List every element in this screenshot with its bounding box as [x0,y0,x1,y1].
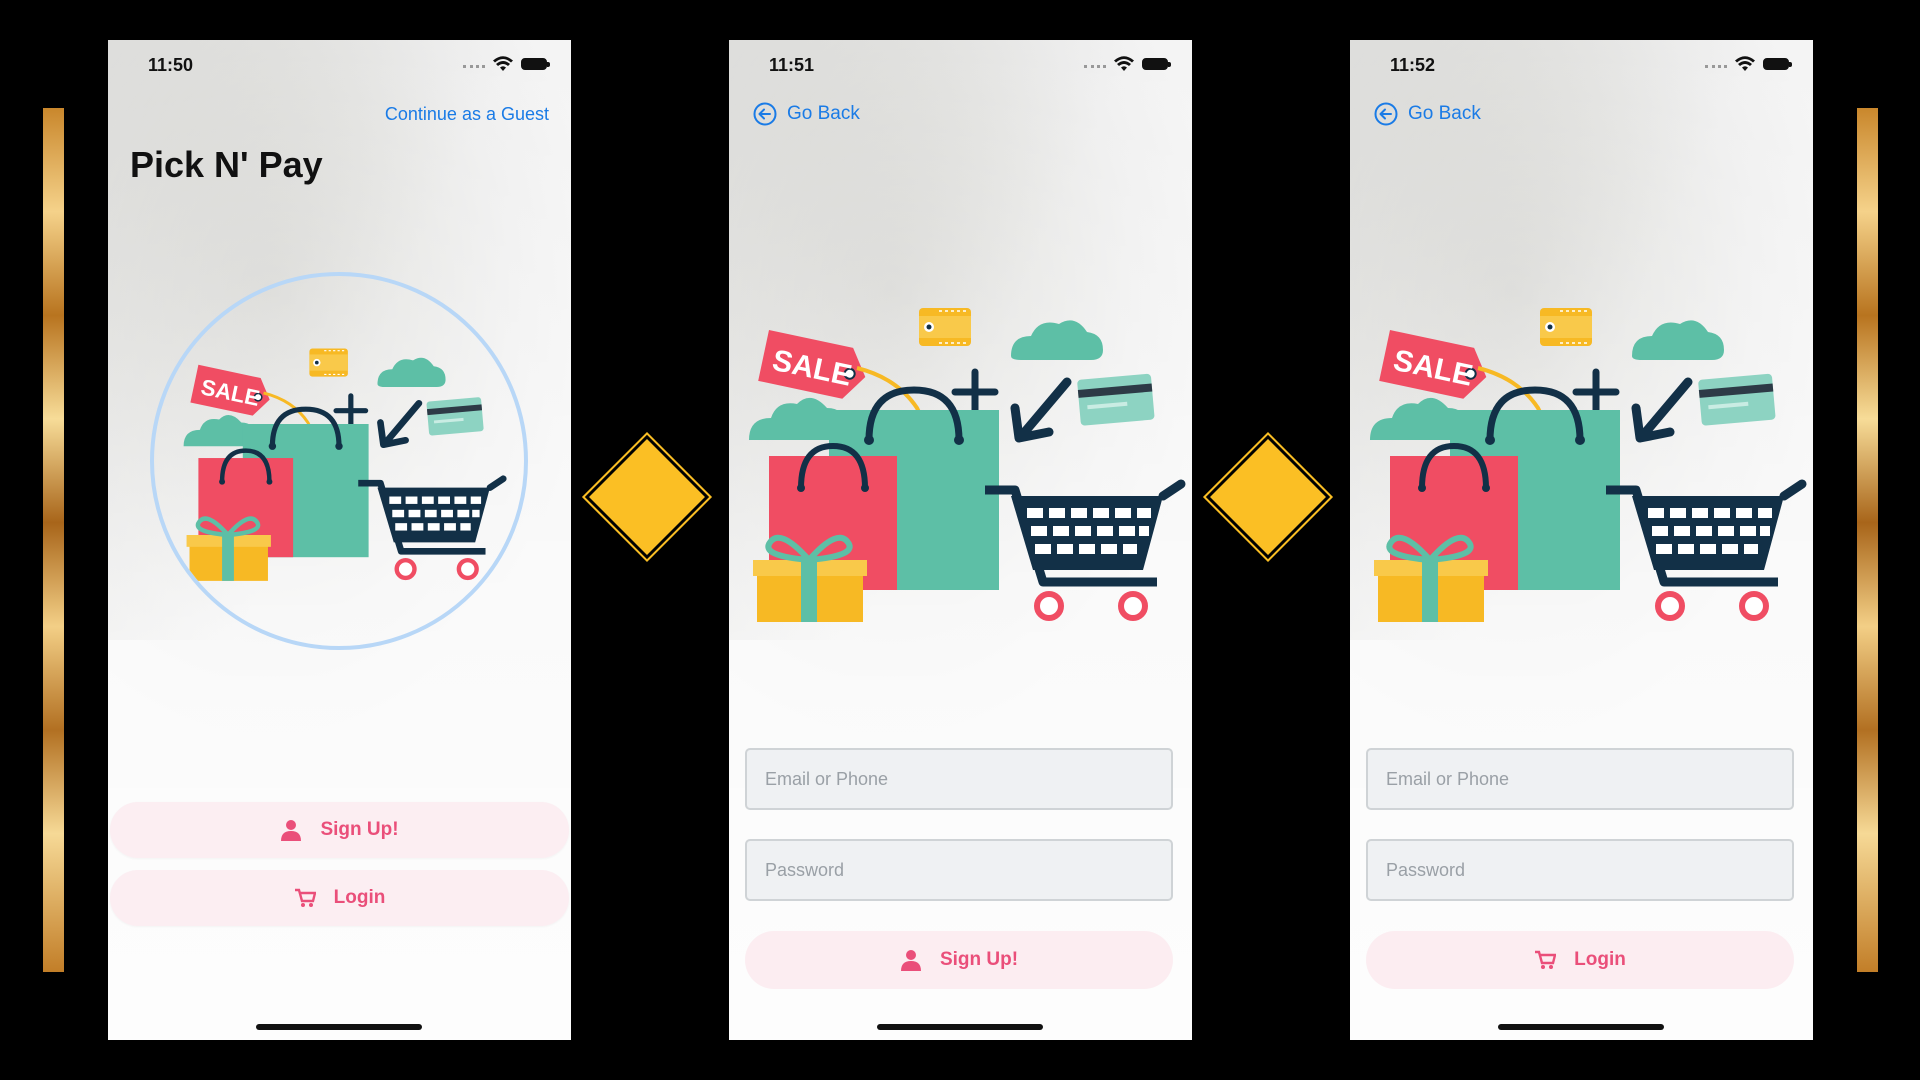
email-field[interactable]: Email or Phone [745,748,1173,810]
login-label: Login [1574,949,1626,970]
go-back-button[interactable]: Go Back [1374,102,1481,126]
cart-icon [1535,950,1557,969]
shopping-illustration-art [1350,250,1813,670]
go-back-label: Go Back [1408,103,1481,124]
wifi-icon [1114,56,1134,71]
password-field[interactable]: Password [1366,839,1794,901]
shopping-illustration [729,250,1192,670]
signal-icon [463,64,485,72]
shopping-illustration-art [154,276,524,646]
go-back-button[interactable]: Go Back [753,102,860,126]
signal-icon [1084,64,1106,72]
login-button[interactable]: Login [110,870,569,926]
status-time: 11:52 [1390,55,1436,75]
sign-up-label: Sign Up! [939,949,1019,970]
status-bar-icons [1084,56,1171,72]
sign-up-submit-button[interactable]: Sign Up! [745,931,1173,989]
wifi-icon [1735,56,1755,71]
status-time: 11:51 [769,55,815,75]
shopping-illustration [1350,250,1813,670]
cart-icon [294,888,316,907]
sign-up-button[interactable]: Sign Up! [110,802,569,858]
continue-as-guest-link[interactable]: Continue as a Guest [385,104,549,125]
wifi-icon [493,56,513,71]
signal-icon [1705,64,1727,72]
login-label: Login [333,887,386,908]
transition-diamond-2 [1202,431,1334,563]
login-submit-button[interactable]: Login [1366,931,1794,989]
shopping-illustration [150,272,528,650]
back-arrow-icon [1374,102,1398,126]
phone-screen-welcome: 11:50 Continue as a Guest Pick N' Pay Si… [108,40,571,1040]
person-icon [281,820,302,841]
person-icon [900,950,921,971]
status-bar-icons [1705,56,1792,72]
sign-up-label: Sign Up! [320,819,399,840]
home-indicator[interactable] [256,1024,422,1030]
status-time: 11:50 [148,55,194,75]
status-bar-icons [463,56,550,72]
shopping-illustration-art [729,250,1192,670]
password-field[interactable]: Password [745,839,1173,901]
phone-screen-signup: 11:51 Go Back Email or Phone Password Si… [729,40,1192,1040]
right-gold-strip [1857,108,1878,972]
transition-diamond-1 [581,431,713,563]
battery-icon [1142,58,1171,70]
home-indicator[interactable] [1498,1024,1664,1030]
battery-icon [521,58,550,70]
go-back-label: Go Back [787,103,860,124]
left-gold-strip [43,108,64,972]
phone-screen-login: 11:52 Go Back Email or Phone Password Lo… [1350,40,1813,1040]
battery-icon [1763,58,1792,70]
app-title: Pick N' Pay [130,144,323,185]
email-field[interactable]: Email or Phone [1366,748,1794,810]
home-indicator[interactable] [877,1024,1043,1030]
back-arrow-icon [753,102,777,126]
